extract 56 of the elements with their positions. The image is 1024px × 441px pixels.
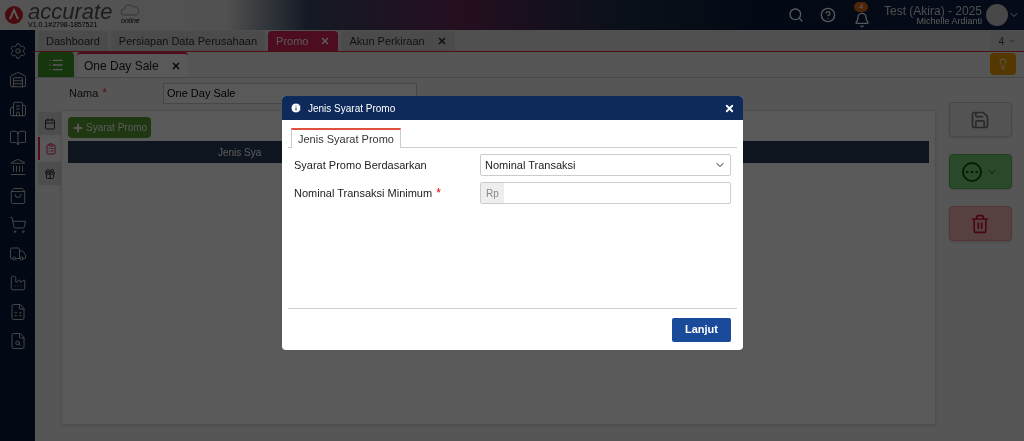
trash-icon: [970, 213, 990, 234]
document-search-icon[interactable]: [8, 332, 27, 350]
notification-badge: 4: [853, 2, 869, 12]
cloud-icon: [120, 3, 141, 16]
lightbulb-icon: [997, 58, 1009, 70]
bag-icon[interactable]: [8, 187, 27, 205]
caret-icon: [1008, 37, 1016, 45]
more-button[interactable]: [948, 154, 1012, 189]
currency-prefix: Rp: [481, 183, 504, 203]
gear-icon[interactable]: [8, 42, 27, 60]
logo-icon: [4, 5, 24, 25]
company-name: Test (Akira) - 2025: [883, 4, 982, 17]
continue-button[interactable]: Lanjut: [672, 317, 731, 342]
truck-icon[interactable]: [8, 245, 27, 263]
tab[interactable]: Dashboard: [38, 31, 108, 51]
field-label: Nominal Transaksi Minimum: [294, 185, 433, 201]
user-name: Michelle Ardianti: [916, 16, 982, 26]
book-icon[interactable]: [8, 129, 27, 147]
clipboard-icon: [44, 142, 57, 155]
dialog-title: Jenis Syarat Promo: [308, 101, 396, 116]
delete-button[interactable]: [948, 206, 1012, 241]
column-header: Jenis Sya: [218, 145, 262, 160]
field-label: Nama: [69, 85, 99, 101]
add-requirement-button[interactable]: Syarat Promo: [68, 117, 152, 138]
required-mark: *: [102, 85, 107, 102]
criteria-select[interactable]: Nominal Transaksi: [480, 154, 731, 176]
side-tab[interactable]: [38, 162, 61, 185]
warehouse-icon[interactable]: [8, 71, 27, 89]
save-icon: [970, 109, 990, 130]
gift-icon: [43, 167, 56, 180]
close-icon[interactable]: [724, 102, 735, 114]
info-icon: [290, 102, 302, 114]
dialog-tab[interactable]: Jenis Syarat Promo: [291, 128, 401, 148]
tab[interactable]: Persiapan Data Perusahaan: [110, 31, 266, 51]
building-icon[interactable]: [8, 100, 27, 118]
field-label: Syarat Promo Berdasarkan: [294, 157, 427, 173]
side-tab[interactable]: [38, 112, 61, 135]
more-icon: [962, 161, 982, 182]
calendar-icon: [43, 117, 56, 130]
plus-icon: [72, 121, 84, 134]
search-icon[interactable]: [787, 7, 804, 23]
tab[interactable]: Akun Perkiraan: [341, 31, 455, 51]
tips-button[interactable]: [990, 53, 1016, 75]
bell-icon[interactable]: [853, 12, 870, 28]
bank-icon[interactable]: [8, 158, 27, 176]
factory-icon[interactable]: [8, 274, 27, 292]
save-button[interactable]: [948, 102, 1012, 137]
document-tab[interactable]: One Day Sale: [77, 52, 188, 77]
cart-icon[interactable]: [8, 216, 27, 234]
list-button[interactable]: [38, 52, 74, 77]
amount-field[interactable]: Rp: [480, 182, 731, 204]
help-icon[interactable]: [819, 7, 836, 23]
required-mark: *: [436, 185, 441, 202]
tab[interactable]: Promo: [268, 31, 339, 51]
spreadsheet-icon[interactable]: [8, 303, 27, 321]
avatar[interactable]: [986, 4, 1008, 26]
